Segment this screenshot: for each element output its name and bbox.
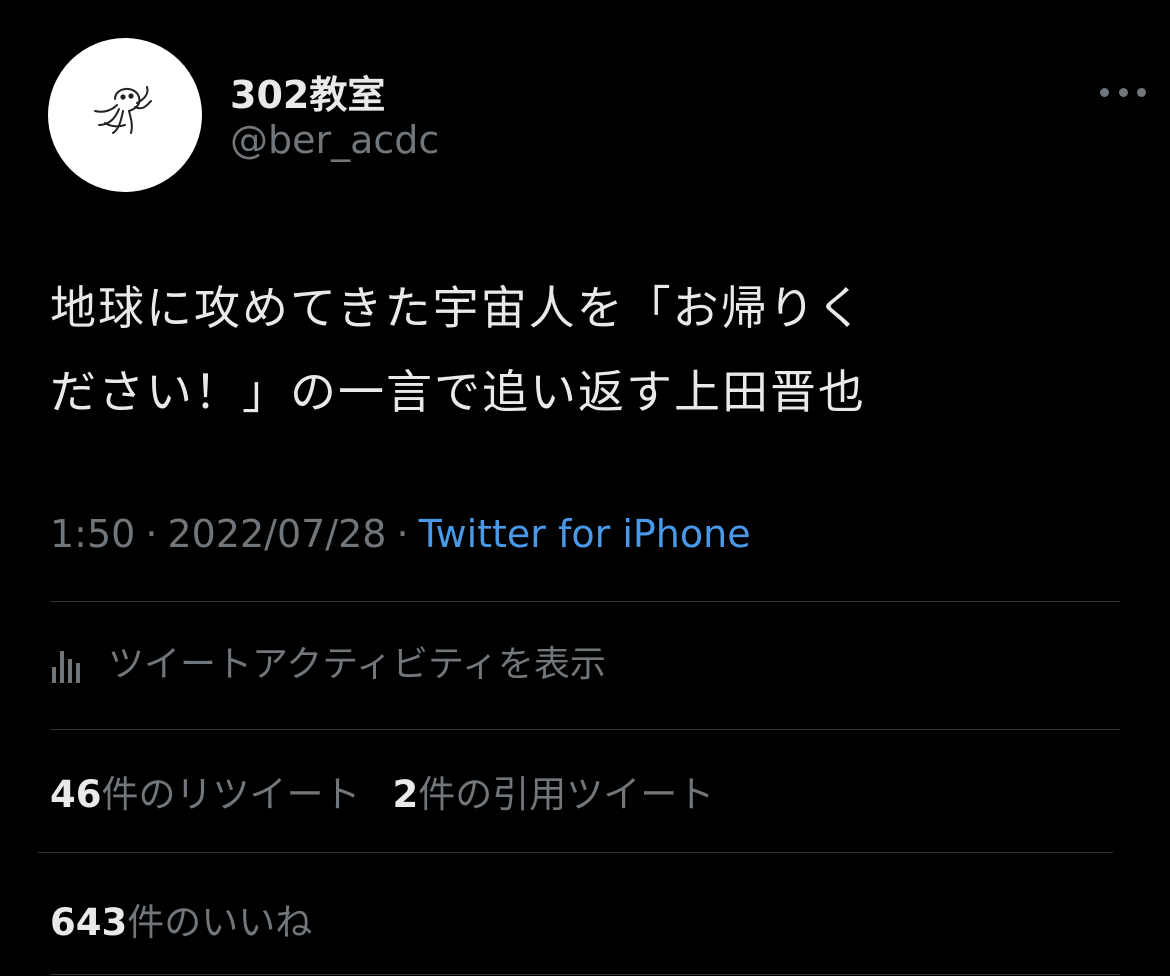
- quote-tweets-count: 2: [392, 773, 419, 816]
- engagement-stats: 46件のリツイート 2件の引用ツイート: [50, 764, 714, 818]
- tweet-meta: 1:50 · 2022/07/28 · Twitter for iPhone: [50, 512, 751, 556]
- retweets-label: 件のリツイート: [101, 773, 361, 816]
- tweet-time[interactable]: 1:50: [50, 512, 135, 556]
- likes-label: 件のいいね: [127, 901, 313, 944]
- display-name[interactable]: 302教室: [230, 64, 385, 119]
- tweet-date[interactable]: 2022/07/28: [167, 512, 386, 556]
- tweet-text-line: ださい！」の一言で追い返す上田晋也: [50, 365, 866, 419]
- analytics-bar-icon: [50, 645, 90, 683]
- divider: [38, 852, 1113, 853]
- tweet-source-link[interactable]: Twitter for iPhone: [419, 512, 751, 556]
- divider: [50, 974, 1120, 975]
- likes-stat[interactable]: 643件のいいね: [50, 901, 312, 944]
- more-horizontal-icon: [1137, 87, 1146, 97]
- more-horizontal-icon: [1100, 87, 1109, 97]
- user-handle[interactable]: @ber_acdc: [230, 118, 439, 162]
- divider: [50, 601, 1120, 602]
- meta-separator: ·: [145, 512, 158, 556]
- octopus-sketch-icon: [94, 86, 152, 134]
- view-tweet-activity-label: ツイートアクティビティを表示: [108, 644, 606, 685]
- tweet-text: 地球に攻めてきた宇宙人を「お帰りく ださい！」の一言で追い返す上田晋也: [50, 266, 1130, 434]
- divider: [50, 729, 1120, 730]
- view-tweet-activity-button[interactable]: ツイートアクティビティを表示: [50, 636, 606, 686]
- tweet-detail: 302教室 @ber_acdc 地球に攻めてきた宇宙人を「お帰りく ださい！」の…: [0, 0, 1170, 976]
- likes-stat-row: 643件のいいね: [50, 892, 312, 946]
- tweet-text-line: 地球に攻めてきた宇宙人を「お帰りく: [50, 281, 865, 335]
- meta-separator: ·: [396, 512, 409, 556]
- more-horizontal-icon: [1118, 87, 1128, 97]
- quote-tweets-label: 件の引用ツイート: [418, 773, 715, 816]
- retweets-count: 46: [50, 773, 102, 816]
- quote-tweets-stat[interactable]: 2件の引用ツイート: [393, 773, 715, 816]
- retweets-stat[interactable]: 46件のリツイート: [50, 773, 361, 816]
- avatar[interactable]: [48, 38, 202, 192]
- more-options-button[interactable]: [1100, 82, 1146, 102]
- likes-count: 643: [50, 901, 128, 944]
